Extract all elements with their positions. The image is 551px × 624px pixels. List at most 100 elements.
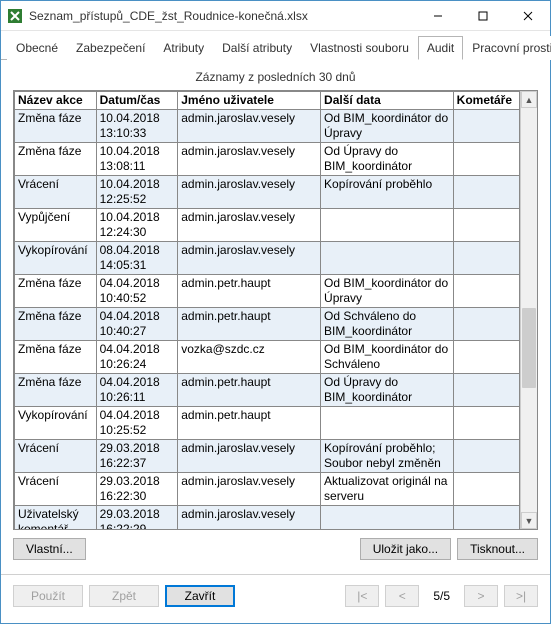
tab-audit[interactable]: Audit xyxy=(418,36,463,60)
vertical-scrollbar[interactable]: ▲ ▼ xyxy=(520,91,537,529)
scroll-up-icon[interactable]: ▲ xyxy=(521,91,537,108)
table-cell: Kopírování proběhlo; Soubor nebyl změněn xyxy=(321,440,454,473)
table-cell: Uživatelský komentář xyxy=(15,506,97,530)
column-header[interactable]: Název akce xyxy=(15,92,97,110)
table-cell: Změna fáze xyxy=(15,374,97,407)
column-header[interactable]: Datum/čas xyxy=(96,92,178,110)
table-row[interactable]: Vrácení29.03.2018 16:22:30admin.jaroslav… xyxy=(15,473,520,506)
table-cell: admin.petr.haupt xyxy=(178,308,321,341)
table-row[interactable]: Změna fáze04.04.2018 10:40:52admin.petr.… xyxy=(15,275,520,308)
table-cell xyxy=(453,374,519,407)
table-cell: 29.03.2018 16:22:37 xyxy=(96,440,178,473)
table-cell: 04.04.2018 10:40:52 xyxy=(96,275,178,308)
table-cell: Kopírování proběhlo xyxy=(321,176,454,209)
audit-table: Název akceDatum/časJméno uživateleDalší … xyxy=(14,91,520,529)
tisknout-button[interactable]: Tisknout... xyxy=(457,538,538,560)
tab-zabezpečení[interactable]: Zabezpečení xyxy=(67,36,154,60)
table-row[interactable]: Změna fáze04.04.2018 10:40:27admin.petr.… xyxy=(15,308,520,341)
table-row[interactable]: Vrácení10.04.2018 12:25:52admin.jaroslav… xyxy=(15,176,520,209)
footer: Použít Zpět Zavřít |< < 5/5 > >| xyxy=(1,574,550,617)
tab-pracovní-prostředí[interactable]: Pracovní prostředí xyxy=(463,36,551,60)
table-cell: vozka@szdc.cz xyxy=(178,341,321,374)
table-cell: admin.jaroslav.vesely xyxy=(178,473,321,506)
table-cell: Od BIM_koordinátor do Úpravy xyxy=(321,275,454,308)
zpet-button[interactable]: Zpět xyxy=(89,585,159,607)
table-cell: 04.04.2018 10:26:24 xyxy=(96,341,178,374)
table-cell xyxy=(321,506,454,530)
tab-další-atributy[interactable]: Další atributy xyxy=(213,36,301,60)
table-cell: 08.04.2018 14:05:31 xyxy=(96,242,178,275)
table-cell: admin.jaroslav.vesely xyxy=(178,176,321,209)
tabs: ObecnéZabezpečeníAtributyDalší atributyV… xyxy=(1,31,550,60)
table-cell: Od Úpravy do BIM_koordinátor xyxy=(321,374,454,407)
table-cell: admin.jaroslav.vesely xyxy=(178,506,321,530)
zavrit-button[interactable]: Zavřít xyxy=(165,585,235,607)
nav-prev-button[interactable]: < xyxy=(385,585,419,607)
column-header[interactable]: Jméno uživatele xyxy=(178,92,321,110)
table-cell: Změna fáze xyxy=(15,275,97,308)
table-cell: Od BIM_koordinátor do Schváleno xyxy=(321,341,454,374)
table-cell: 29.03.2018 16:22:29 xyxy=(96,506,178,530)
table-cell xyxy=(453,308,519,341)
table-cell: Vykopírování xyxy=(15,407,97,440)
table-cell: Od BIM_koordinátor do Úpravy xyxy=(321,110,454,143)
table-cell: 10.04.2018 13:10:33 xyxy=(96,110,178,143)
table-cell xyxy=(453,143,519,176)
table-cell: admin.jaroslav.vesely xyxy=(178,209,321,242)
table-row[interactable]: Vykopírování04.04.2018 10:25:52admin.pet… xyxy=(15,407,520,440)
table-cell xyxy=(453,209,519,242)
audit-table-container: Název akceDatum/časJméno uživateleDalší … xyxy=(13,90,538,530)
table-cell: Aktualizovat originál na serveru xyxy=(321,473,454,506)
table-row[interactable]: Změna fáze10.04.2018 13:10:33admin.jaros… xyxy=(15,110,520,143)
scrollbar-thumb[interactable] xyxy=(522,308,536,388)
app-icon xyxy=(7,8,23,24)
table-cell: 04.04.2018 10:26:11 xyxy=(96,374,178,407)
table-cell xyxy=(453,176,519,209)
vlastni-button[interactable]: Vlastní... xyxy=(13,538,86,560)
table-cell xyxy=(453,242,519,275)
tab-obecné[interactable]: Obecné xyxy=(7,36,67,60)
table-cell: 10.04.2018 12:25:52 xyxy=(96,176,178,209)
maximize-button[interactable] xyxy=(460,1,505,31)
table-cell: 04.04.2018 10:25:52 xyxy=(96,407,178,440)
table-cell: Vrácení xyxy=(15,176,97,209)
table-cell: 04.04.2018 10:40:27 xyxy=(96,308,178,341)
table-cell: admin.jaroslav.vesely xyxy=(178,110,321,143)
nav-first-button[interactable]: |< xyxy=(345,585,379,607)
table-row[interactable]: Změna fáze04.04.2018 10:26:11admin.petr.… xyxy=(15,374,520,407)
table-cell xyxy=(453,440,519,473)
table-cell xyxy=(453,407,519,440)
table-cell xyxy=(321,407,454,440)
table-cell: Změna fáze xyxy=(15,143,97,176)
table-row[interactable]: Vrácení29.03.2018 16:22:37admin.jaroslav… xyxy=(15,440,520,473)
table-cell: admin.jaroslav.vesely xyxy=(178,143,321,176)
minimize-button[interactable] xyxy=(415,1,460,31)
pouzit-button[interactable]: Použít xyxy=(13,585,83,607)
nav-next-button[interactable]: > xyxy=(464,585,498,607)
nav-last-button[interactable]: >| xyxy=(504,585,538,607)
column-header[interactable]: Další data xyxy=(321,92,454,110)
table-cell: Vypůjčení xyxy=(15,209,97,242)
scroll-down-icon[interactable]: ▼ xyxy=(521,512,537,529)
table-row[interactable]: Uživatelský komentář29.03.2018 16:22:29a… xyxy=(15,506,520,530)
column-header[interactable]: Kometáře xyxy=(453,92,519,110)
table-cell: admin.petr.haupt xyxy=(178,275,321,308)
table-cell xyxy=(453,110,519,143)
ulozit-jako-button[interactable]: Uložit jako... xyxy=(360,538,451,560)
tab-vlastnosti-souboru[interactable]: Vlastnosti souboru xyxy=(301,36,418,60)
table-cell: admin.jaroslav.vesely xyxy=(178,242,321,275)
window-title: Seznam_přístupů_CDE_žst_Roudnice-konečná… xyxy=(29,9,415,23)
table-row[interactable]: Změna fáze04.04.2018 10:26:24vozka@szdc.… xyxy=(15,341,520,374)
table-cell: admin.petr.haupt xyxy=(178,407,321,440)
close-button[interactable] xyxy=(505,1,550,31)
tab-atributy[interactable]: Atributy xyxy=(154,36,213,60)
page-indicator: 5/5 xyxy=(425,589,458,603)
table-cell: Změna fáze xyxy=(15,110,97,143)
table-cell: Vykopírování xyxy=(15,242,97,275)
table-row[interactable]: Vypůjčení10.04.2018 12:24:30admin.jarosl… xyxy=(15,209,520,242)
table-row[interactable]: Změna fáze10.04.2018 13:08:11admin.jaros… xyxy=(15,143,520,176)
table-row[interactable]: Vykopírování08.04.2018 14:05:31admin.jar… xyxy=(15,242,520,275)
table-cell: 29.03.2018 16:22:30 xyxy=(96,473,178,506)
table-caption: Záznamy z posledních 30 dnů xyxy=(13,68,538,90)
table-cell xyxy=(321,209,454,242)
